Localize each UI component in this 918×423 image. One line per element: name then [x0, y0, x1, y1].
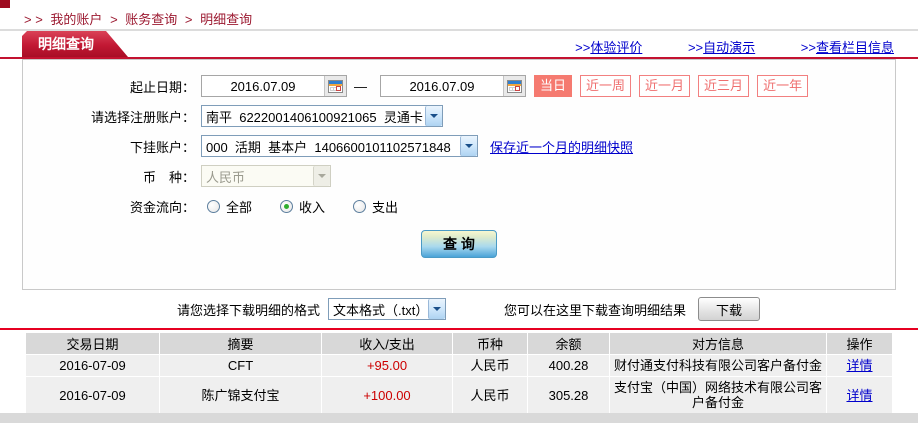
date-from-input[interactable]	[202, 78, 324, 94]
period-button-last-3-months[interactable]: 近三月	[698, 75, 750, 97]
cell-counterparty: 财付通支付科技有限公司客户备付金	[610, 355, 826, 376]
register-account-value: 南平 6222001406100921065 灵通卡	[206, 109, 423, 125]
download-format-select[interactable]: 文本格式（.txt）	[328, 298, 447, 320]
column-header-amount: 收入/支出	[322, 333, 452, 354]
save-snapshot-link[interactable]: 保存近一个月的明细快照	[490, 137, 633, 156]
link-auto-demo[interactable]: >>自动演示	[688, 40, 755, 55]
radio-option-income[interactable]: 收入	[280, 197, 325, 216]
radio-icon[interactable]	[207, 199, 220, 213]
sub-account-value: 000 活期 基本户 1406600101102571848	[206, 139, 451, 155]
table-top-rule	[0, 328, 918, 330]
flow-direction-row: 资金流向： 全部 收入 支出	[23, 194, 895, 218]
breadcrumb-item-detail-query[interactable]: 明细查询	[200, 12, 252, 27]
date-range-label: 起止日期：	[129, 79, 195, 95]
currency-select-disabled: 人民币	[201, 165, 331, 187]
breadcrumb-separator: >	[184, 12, 193, 27]
column-header-summary: 摘要	[160, 333, 321, 354]
download-format-value: 文本格式（.txt）	[333, 302, 429, 318]
radio-label-expense: 支出	[372, 199, 399, 215]
query-button[interactable]: 查 询	[421, 230, 497, 258]
cell-date: 2016-07-09	[26, 355, 159, 376]
column-header-currency: 币种	[453, 333, 527, 354]
cell-balance: 400.28	[528, 355, 609, 376]
link-view-column-info[interactable]: >>查看栏目信息	[801, 40, 894, 55]
cell-date: 2016-07-09	[26, 377, 159, 413]
download-hint-text: 您可以在这里下载查询明细结果	[504, 302, 687, 318]
link-experience-rating[interactable]: >>体验评价	[575, 40, 642, 55]
currency-value: 人民币	[206, 169, 246, 185]
tab-detail-query[interactable]: 明细查询	[22, 31, 128, 57]
calendar-icon	[328, 79, 343, 93]
column-header-counterparty: 对方信息	[610, 333, 826, 354]
query-button-row: 查 询	[23, 230, 895, 258]
chevron-down-icon	[313, 166, 330, 186]
column-header-date: 交易日期	[26, 333, 159, 354]
download-strip: 请您选择下载明细的格式 文本格式（.txt） 您可以在这里下载查询明细结果 下载	[0, 290, 918, 328]
cell-amount: +95.00	[322, 355, 452, 376]
corner-decoration	[0, 0, 10, 8]
table-header-row: 交易日期 摘要 收入/支出 币种 余额 对方信息 操作	[26, 333, 892, 354]
period-button-last-month[interactable]: 近一月	[639, 75, 691, 97]
chevron-down-icon[interactable]	[428, 299, 446, 319]
sub-account-label: 下挂账户：	[129, 139, 195, 155]
date-to-field	[380, 75, 526, 97]
breadcrumb-prefix: > >	[24, 12, 43, 27]
chevron-down-icon[interactable]	[460, 136, 477, 156]
detail-link[interactable]: 详情	[846, 358, 872, 373]
cell-currency: 人民币	[453, 355, 527, 376]
radio-checked-icon[interactable]	[280, 199, 294, 213]
date-range-row: 起止日期： — 当日 近一周 近一月 近三月 近一年	[23, 74, 895, 98]
radio-icon[interactable]	[353, 199, 367, 213]
detail-link[interactable]: 详情	[846, 388, 872, 403]
cell-summary: 陈广锦支付宝	[160, 377, 321, 413]
column-header-balance: 余额	[528, 333, 609, 354]
flow-direction-label: 资金流向：	[129, 199, 195, 215]
period-button-today[interactable]: 当日	[534, 75, 573, 97]
currency-row: 币 种： 人民币	[23, 164, 895, 188]
cell-currency: 人民币	[453, 377, 527, 413]
calendar-button-from[interactable]	[324, 76, 346, 96]
breadcrumb: > > 我的账户 > 账务查询 > 明细查询	[0, 0, 918, 29]
date-to-input[interactable]	[381, 78, 503, 94]
query-form-panel: 起止日期： — 当日 近一周 近一月 近三月 近一年 请选择注册账户： 南平 6…	[22, 59, 896, 290]
breadcrumb-item-account-query[interactable]: 账务查询	[125, 12, 177, 27]
header-links: >>体验评价 >>自动演示 >>查看栏目信息	[575, 37, 894, 56]
currency-label: 币 种：	[142, 169, 195, 185]
radio-label-income: 收入	[299, 199, 326, 215]
section-header: 明细查询 >>体验评价 >>自动演示 >>查看栏目信息	[0, 31, 918, 57]
column-header-action: 操作	[827, 333, 892, 354]
table-row: 2016-07-09 CFT +95.00 人民币 400.28 财付通支付科技…	[26, 355, 892, 376]
cell-summary: CFT	[160, 355, 321, 376]
date-from-field	[201, 75, 347, 97]
radio-label-all: 全部	[226, 199, 253, 215]
table-row: 2016-07-09 陈广锦支付宝 +100.00 人民币 305.28 支付宝…	[26, 377, 892, 413]
breadcrumb-separator: >	[110, 12, 118, 27]
sub-account-row: 下挂账户： 000 活期 基本户 1406600101102571848 保存近…	[23, 134, 895, 158]
radio-option-all[interactable]: 全部	[207, 197, 252, 216]
cell-counterparty: 支付宝（中国）网络技术有限公司客户备付金	[610, 377, 826, 413]
chevron-down-icon[interactable]	[425, 106, 442, 126]
register-account-row: 请选择注册账户： 南平 6222001406100921065 灵通卡	[23, 104, 895, 128]
period-button-last-year[interactable]: 近一年	[757, 75, 809, 97]
cell-amount: +100.00	[322, 377, 452, 413]
breadcrumb-item-my-account[interactable]: 我的账户	[50, 12, 102, 27]
download-format-label: 请您选择下载明细的格式	[177, 302, 321, 318]
download-button[interactable]: 下载	[698, 297, 761, 321]
period-button-last-week[interactable]: 近一周	[580, 75, 632, 97]
calendar-icon	[507, 79, 522, 93]
bottom-scroll-band	[0, 413, 918, 423]
register-account-select[interactable]: 南平 6222001406100921065 灵通卡	[201, 105, 443, 127]
register-account-label: 请选择注册账户：	[90, 109, 195, 125]
date-range-dash: —	[354, 78, 367, 94]
cell-balance: 305.28	[528, 377, 609, 413]
radio-option-expense[interactable]: 支出	[353, 197, 398, 216]
transactions-table: 交易日期 摘要 收入/支出 币种 余额 对方信息 操作 2016-07-09 C…	[25, 332, 893, 414]
calendar-button-to[interactable]	[503, 76, 525, 96]
sub-account-select[interactable]: 000 活期 基本户 1406600101102571848	[201, 135, 478, 157]
